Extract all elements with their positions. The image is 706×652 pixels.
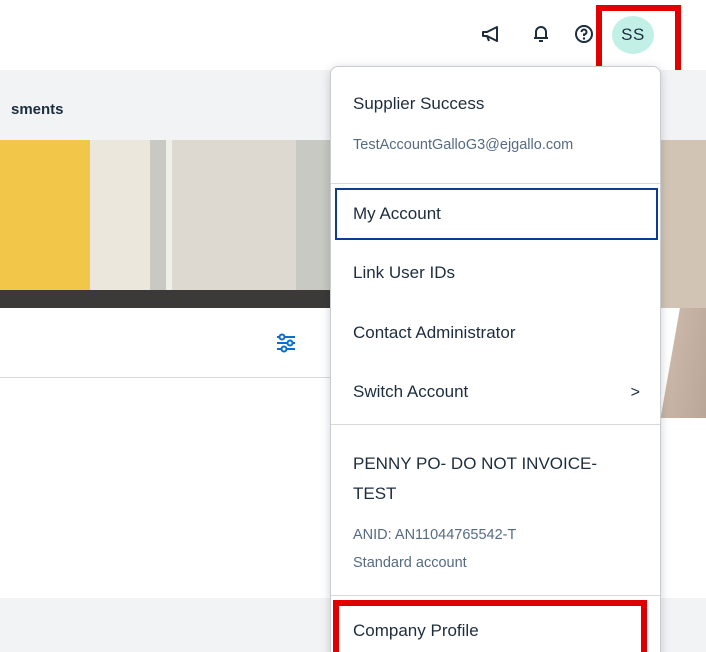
top-header: SS bbox=[0, 0, 706, 68]
menu-item-label: Company Profile bbox=[353, 621, 479, 640]
help-icon[interactable] bbox=[572, 22, 596, 46]
menu-divider bbox=[331, 183, 660, 184]
menu-item-my-account[interactable]: My Account bbox=[335, 188, 658, 240]
menu-item-label: My Account bbox=[353, 204, 441, 223]
bell-icon[interactable] bbox=[529, 22, 553, 46]
menu-divider bbox=[331, 424, 660, 425]
background-decoration bbox=[660, 308, 706, 418]
company-anid: ANID: AN11044765542-T bbox=[353, 527, 517, 543]
menu-item-switch-account[interactable]: Switch Account > bbox=[331, 366, 660, 418]
menu-item-label: Link User IDs bbox=[353, 263, 456, 282]
menu-item-company-profile[interactable]: Company Profile bbox=[331, 605, 660, 652]
chevron-right-icon: > bbox=[630, 384, 640, 401]
menu-user-name: Supplier Success bbox=[353, 94, 485, 113]
menu-item-label: Switch Account bbox=[353, 382, 469, 401]
megaphone-icon[interactable] bbox=[480, 22, 504, 46]
menu-user-email: TestAccountGalloG3@ejgallo.com bbox=[353, 137, 574, 153]
page-title: sments bbox=[11, 101, 64, 118]
menu-item-label: Contact Administrator bbox=[353, 323, 516, 342]
company-name: PENNY PO- DO NOT INVOICE-TEST bbox=[353, 454, 598, 503]
menu-item-contact-administrator[interactable]: Contact Administrator bbox=[331, 307, 660, 359]
user-avatar[interactable]: SS bbox=[612, 16, 654, 54]
menu-item-link-user-ids[interactable]: Link User IDs bbox=[331, 247, 660, 299]
user-menu-popover: Supplier Success TestAccountGalloG3@ejga… bbox=[330, 66, 661, 652]
filter-settings-icon[interactable] bbox=[275, 333, 297, 353]
menu-divider bbox=[331, 595, 660, 596]
account-type: Standard account bbox=[353, 555, 467, 571]
